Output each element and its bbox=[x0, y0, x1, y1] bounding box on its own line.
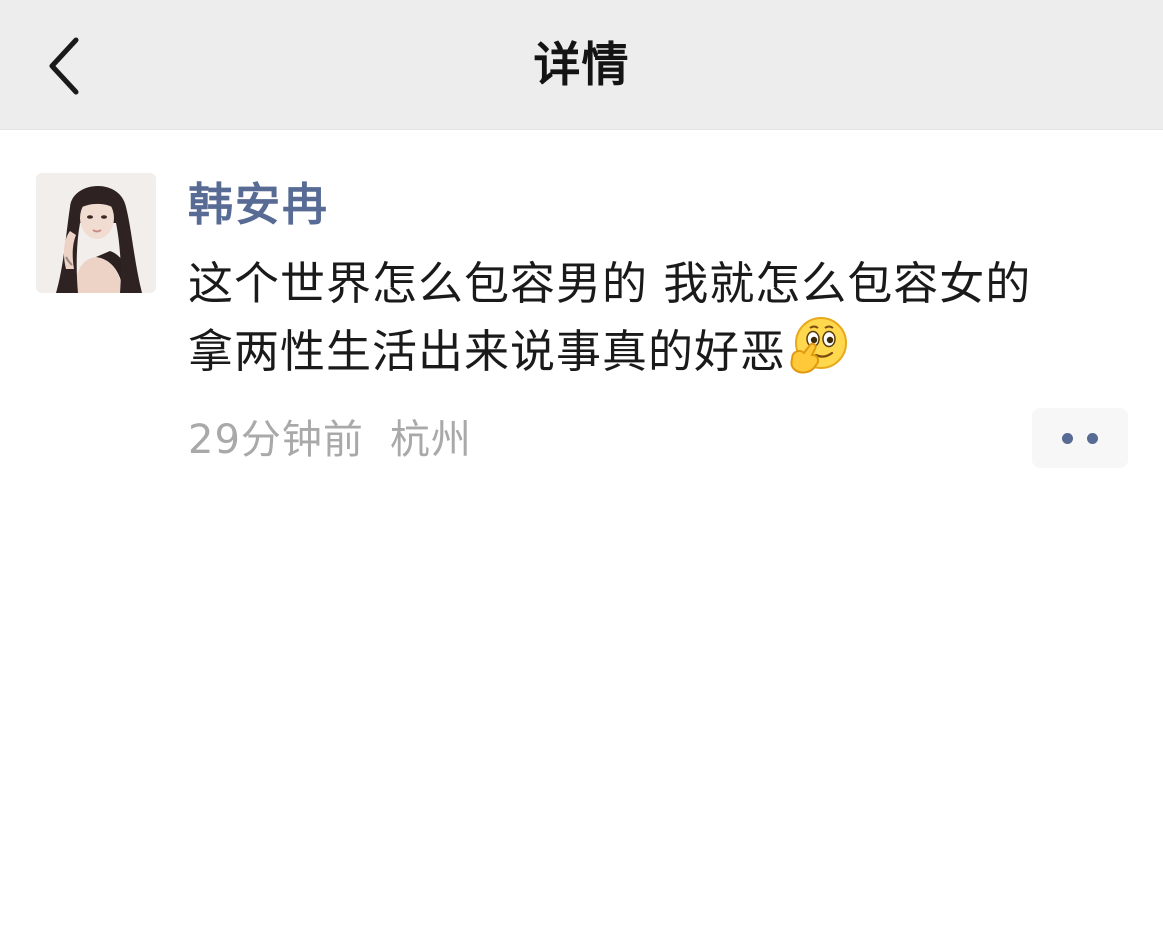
post-content: 这个世界怎么包容男的 我就怎么包容女的 拿两性生活出来说事真的好恶 bbox=[188, 252, 1138, 383]
post-text-line-2: 拿两性生活出来说事真的好恶 bbox=[188, 325, 787, 378]
more-button[interactable] bbox=[1032, 408, 1128, 468]
navigation-bar: 详情 bbox=[0, 0, 1163, 130]
avatar[interactable] bbox=[36, 173, 156, 293]
author-name[interactable]: 韩安冉 bbox=[188, 174, 329, 236]
dot bbox=[1087, 433, 1098, 444]
thinking-face-emoji-icon bbox=[788, 315, 850, 377]
post-meta: 29分钟前 杭州 bbox=[188, 412, 472, 468]
post-location[interactable]: 杭州 bbox=[390, 417, 472, 463]
page-title: 详情 bbox=[533, 38, 630, 93]
post-text-line: 这个世界怎么包容男的 我就怎么包容女的 bbox=[188, 257, 1032, 310]
post-text-line: 拿两性生活出来说事真的好恶 bbox=[188, 315, 1138, 383]
dot bbox=[1062, 433, 1073, 444]
post-time: 29分钟前 bbox=[188, 417, 364, 463]
